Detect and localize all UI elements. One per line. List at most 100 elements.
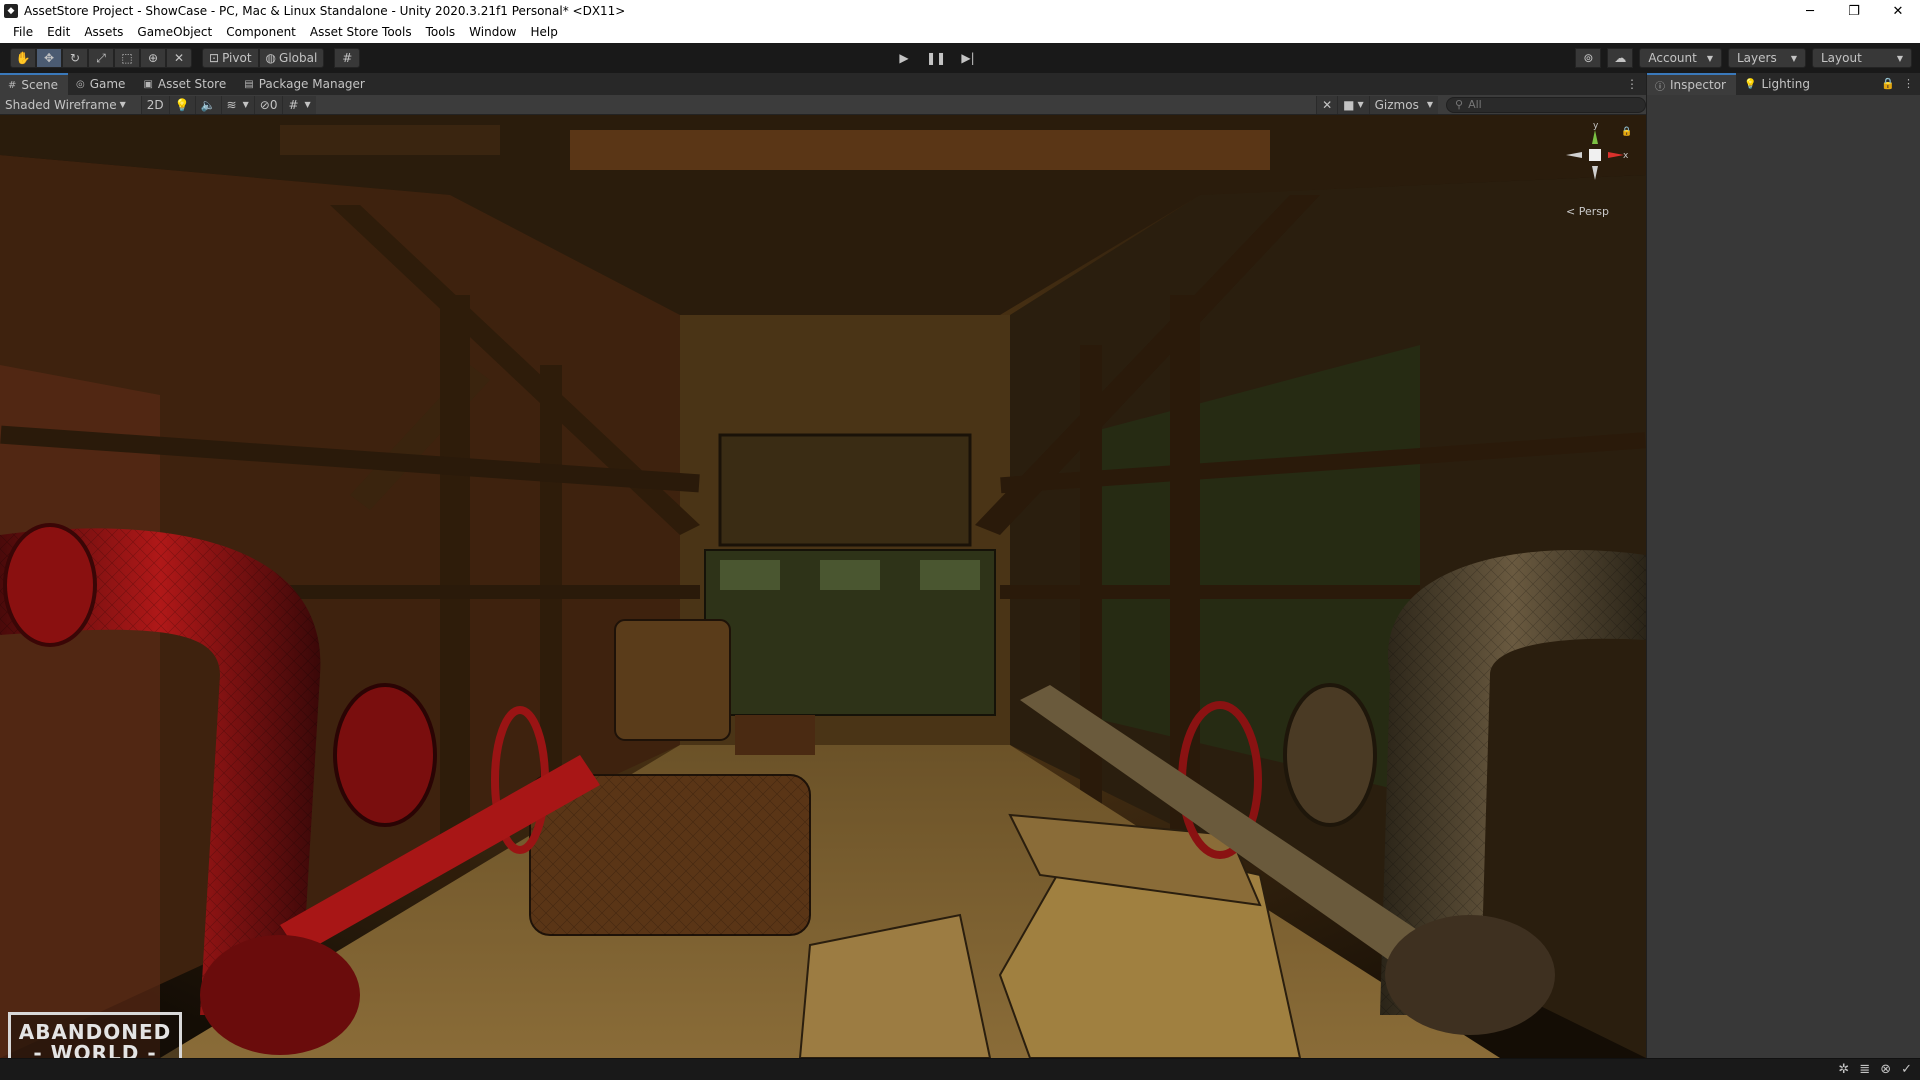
pipe-flange	[333, 683, 437, 827]
camera-dropdown[interactable]: ■ ▼	[1337, 95, 1369, 114]
wrench-icon: ✕	[1322, 97, 1333, 112]
chevron-down-icon: ▼	[304, 100, 311, 109]
right-toolbar: ⊚ ☁ Account ▼ Layers ▼ Layout ▼	[1569, 48, 1912, 68]
gizmos-dropdown[interactable]: Gizmos ▼	[1368, 95, 1438, 114]
draw-mode-label: Shaded Wireframe	[5, 97, 117, 112]
menu-assets[interactable]: Assets	[77, 22, 130, 43]
play-button[interactable]: ▶	[888, 48, 920, 68]
scene-search-input[interactable]: ⚲ All	[1446, 96, 1646, 113]
layers-icon[interactable]: ≣	[1859, 1062, 1870, 1077]
scale-tool-icon[interactable]: ⤢	[88, 48, 114, 68]
global-toggle[interactable]: ◍ Global	[258, 48, 325, 68]
gizmo-center-cube	[1589, 149, 1601, 161]
globe-icon: ◍	[265, 51, 277, 65]
minimize-button[interactable]: ─	[1788, 0, 1832, 22]
menu-component[interactable]: Component	[219, 22, 303, 43]
lightbulb-icon: 💡	[174, 97, 190, 112]
menu-edit[interactable]: Edit	[40, 22, 77, 43]
menu-asset-store-tools[interactable]: Asset Store Tools	[303, 22, 419, 43]
kebab-menu-icon[interactable]: ⋮	[1626, 77, 1638, 91]
chevron-down-icon: ▼	[119, 100, 126, 109]
package-icon: ▤	[244, 78, 254, 90]
maximize-button[interactable]: ❐	[1832, 0, 1876, 22]
scene-tab-bar: # Scene ◎ Game ▣ Asset Store ▤ Package Manag…	[0, 73, 1646, 95]
cloud-icon: ☁	[1614, 51, 1627, 65]
effects-icon: ≋	[226, 97, 237, 112]
chevron-down-icon: ▼	[1706, 53, 1713, 63]
audio-toggle[interactable]: 🔈	[194, 95, 221, 114]
tab-game[interactable]: ◎ Game	[68, 73, 135, 95]
transform-tools: ✋ ✥ ↻ ⤢ ⬚ ⊕ ✕	[10, 48, 192, 68]
tab-label: Package Manager	[258, 77, 365, 91]
pipe-flange	[3, 523, 97, 647]
scene-view-toolbar: Shaded Wireframe ▼ 2D 💡 🔈 ≋ ▼ ⊘ 0 # ▼ ✕ ■ ▼ G…	[0, 95, 1646, 115]
kebab-menu-icon[interactable]: ⋮	[1903, 77, 1914, 90]
menu-window[interactable]: Window	[462, 22, 523, 43]
gizmos-label: Gizmos	[1374, 97, 1419, 112]
tab-label: Lighting	[1761, 77, 1810, 91]
lock-icon[interactable]: 🔒	[1621, 126, 1630, 137]
grid-icon: #	[288, 97, 299, 112]
toggle-2d-button[interactable]: 2D	[140, 95, 169, 114]
transform-tool-icon[interactable]: ⊕	[140, 48, 166, 68]
lock-icon[interactable]: 🔒	[1881, 77, 1895, 90]
grid-toggle[interactable]: # ▼	[282, 95, 316, 114]
neg-y-axis-cone	[1592, 166, 1598, 180]
custom-tool-icon[interactable]: ✕	[166, 48, 192, 68]
panel-gauge	[920, 560, 980, 590]
layout-dropdown[interactable]: Layout ▼	[1812, 48, 1912, 68]
collab-icon: ⊚	[1583, 51, 1594, 65]
tab-asset-store[interactable]: ▣ Asset Store	[135, 73, 236, 95]
tab-label: Inspector	[1670, 78, 1726, 92]
hand-tool-icon[interactable]: ✋	[10, 48, 36, 68]
close-button[interactable]: ✕	[1876, 0, 1920, 22]
x-axis-cone	[1608, 152, 1624, 158]
pivot-toggle[interactable]: ⊡ Pivot	[202, 48, 259, 68]
tab-label: Game	[89, 77, 126, 91]
tab-inspector[interactable]: ⓘ Inspector	[1647, 73, 1736, 95]
pivot-icon: ⊡	[209, 51, 220, 65]
unity-logo-icon: ◆	[4, 4, 18, 18]
bug-icon[interactable]: ✲	[1838, 1062, 1849, 1077]
cloud-button[interactable]: ☁	[1607, 48, 1634, 68]
grid-snap-icon[interactable]: #	[334, 48, 361, 68]
menu-tools[interactable]: Tools	[419, 22, 463, 43]
tab-label: Scene	[21, 78, 58, 92]
tab-scene[interactable]: # Scene	[0, 73, 68, 95]
check-circle-icon[interactable]: ✓	[1901, 1062, 1912, 1077]
search-icon: ⚲	[1455, 98, 1464, 111]
scene-viewport[interactable]: y x 🔒 < Persp ABANDONED - WORLD -	[0, 115, 1646, 1058]
network-icon[interactable]: ⊗	[1880, 1062, 1891, 1077]
rotate-tool-icon[interactable]: ↻	[62, 48, 88, 68]
move-tool-icon[interactable]: ✥	[36, 48, 62, 68]
account-dropdown[interactable]: Account ▼	[1639, 48, 1722, 68]
ceiling-pipe	[280, 125, 500, 155]
status-icons: ✲ ≣ ⊗ ✓	[1838, 1062, 1912, 1077]
global-label: Global	[279, 51, 318, 65]
chevron-down-icon: ▼	[1426, 100, 1433, 109]
layout-label: Layout	[1821, 51, 1862, 65]
panel-controls: 🔒 ⋮	[1881, 77, 1914, 90]
scene-visibility-toggle[interactable]: ⊘ 0	[253, 95, 283, 114]
logo-line2: - WORLD -	[33, 1041, 157, 1059]
inspector-tab-bar: ⓘ Inspector 💡 Lighting 🔒 ⋮	[1647, 73, 1920, 95]
tab-package-manager[interactable]: ▤ Package Manager	[236, 73, 375, 95]
menu-help[interactable]: Help	[524, 22, 565, 43]
effects-toggle[interactable]: ≋ ▼	[220, 95, 254, 114]
menu-gameobject[interactable]: GameObject	[130, 22, 219, 43]
layers-label: Layers	[1737, 51, 1777, 65]
menu-file[interactable]: File	[6, 22, 40, 43]
step-button[interactable]: ▶|	[952, 48, 984, 68]
projection-label[interactable]: < Persp	[1566, 205, 1609, 218]
tab-lighting[interactable]: 💡 Lighting	[1736, 73, 1820, 95]
ceiling-beam	[570, 130, 1270, 170]
tools-toggle[interactable]: ✕	[1316, 95, 1338, 114]
draw-mode-dropdown[interactable]: Shaded Wireframe ▼	[0, 96, 131, 114]
pause-button[interactable]: ❚❚	[920, 48, 952, 68]
layers-dropdown[interactable]: Layers ▼	[1728, 48, 1806, 68]
lighting-toggle[interactable]: 💡	[168, 95, 195, 114]
collab-button[interactable]: ⊚	[1575, 48, 1602, 68]
info-icon: ⓘ	[1655, 81, 1665, 93]
chevron-down-icon: ▼	[1357, 100, 1364, 109]
rect-tool-icon[interactable]: ⬚	[114, 48, 140, 68]
